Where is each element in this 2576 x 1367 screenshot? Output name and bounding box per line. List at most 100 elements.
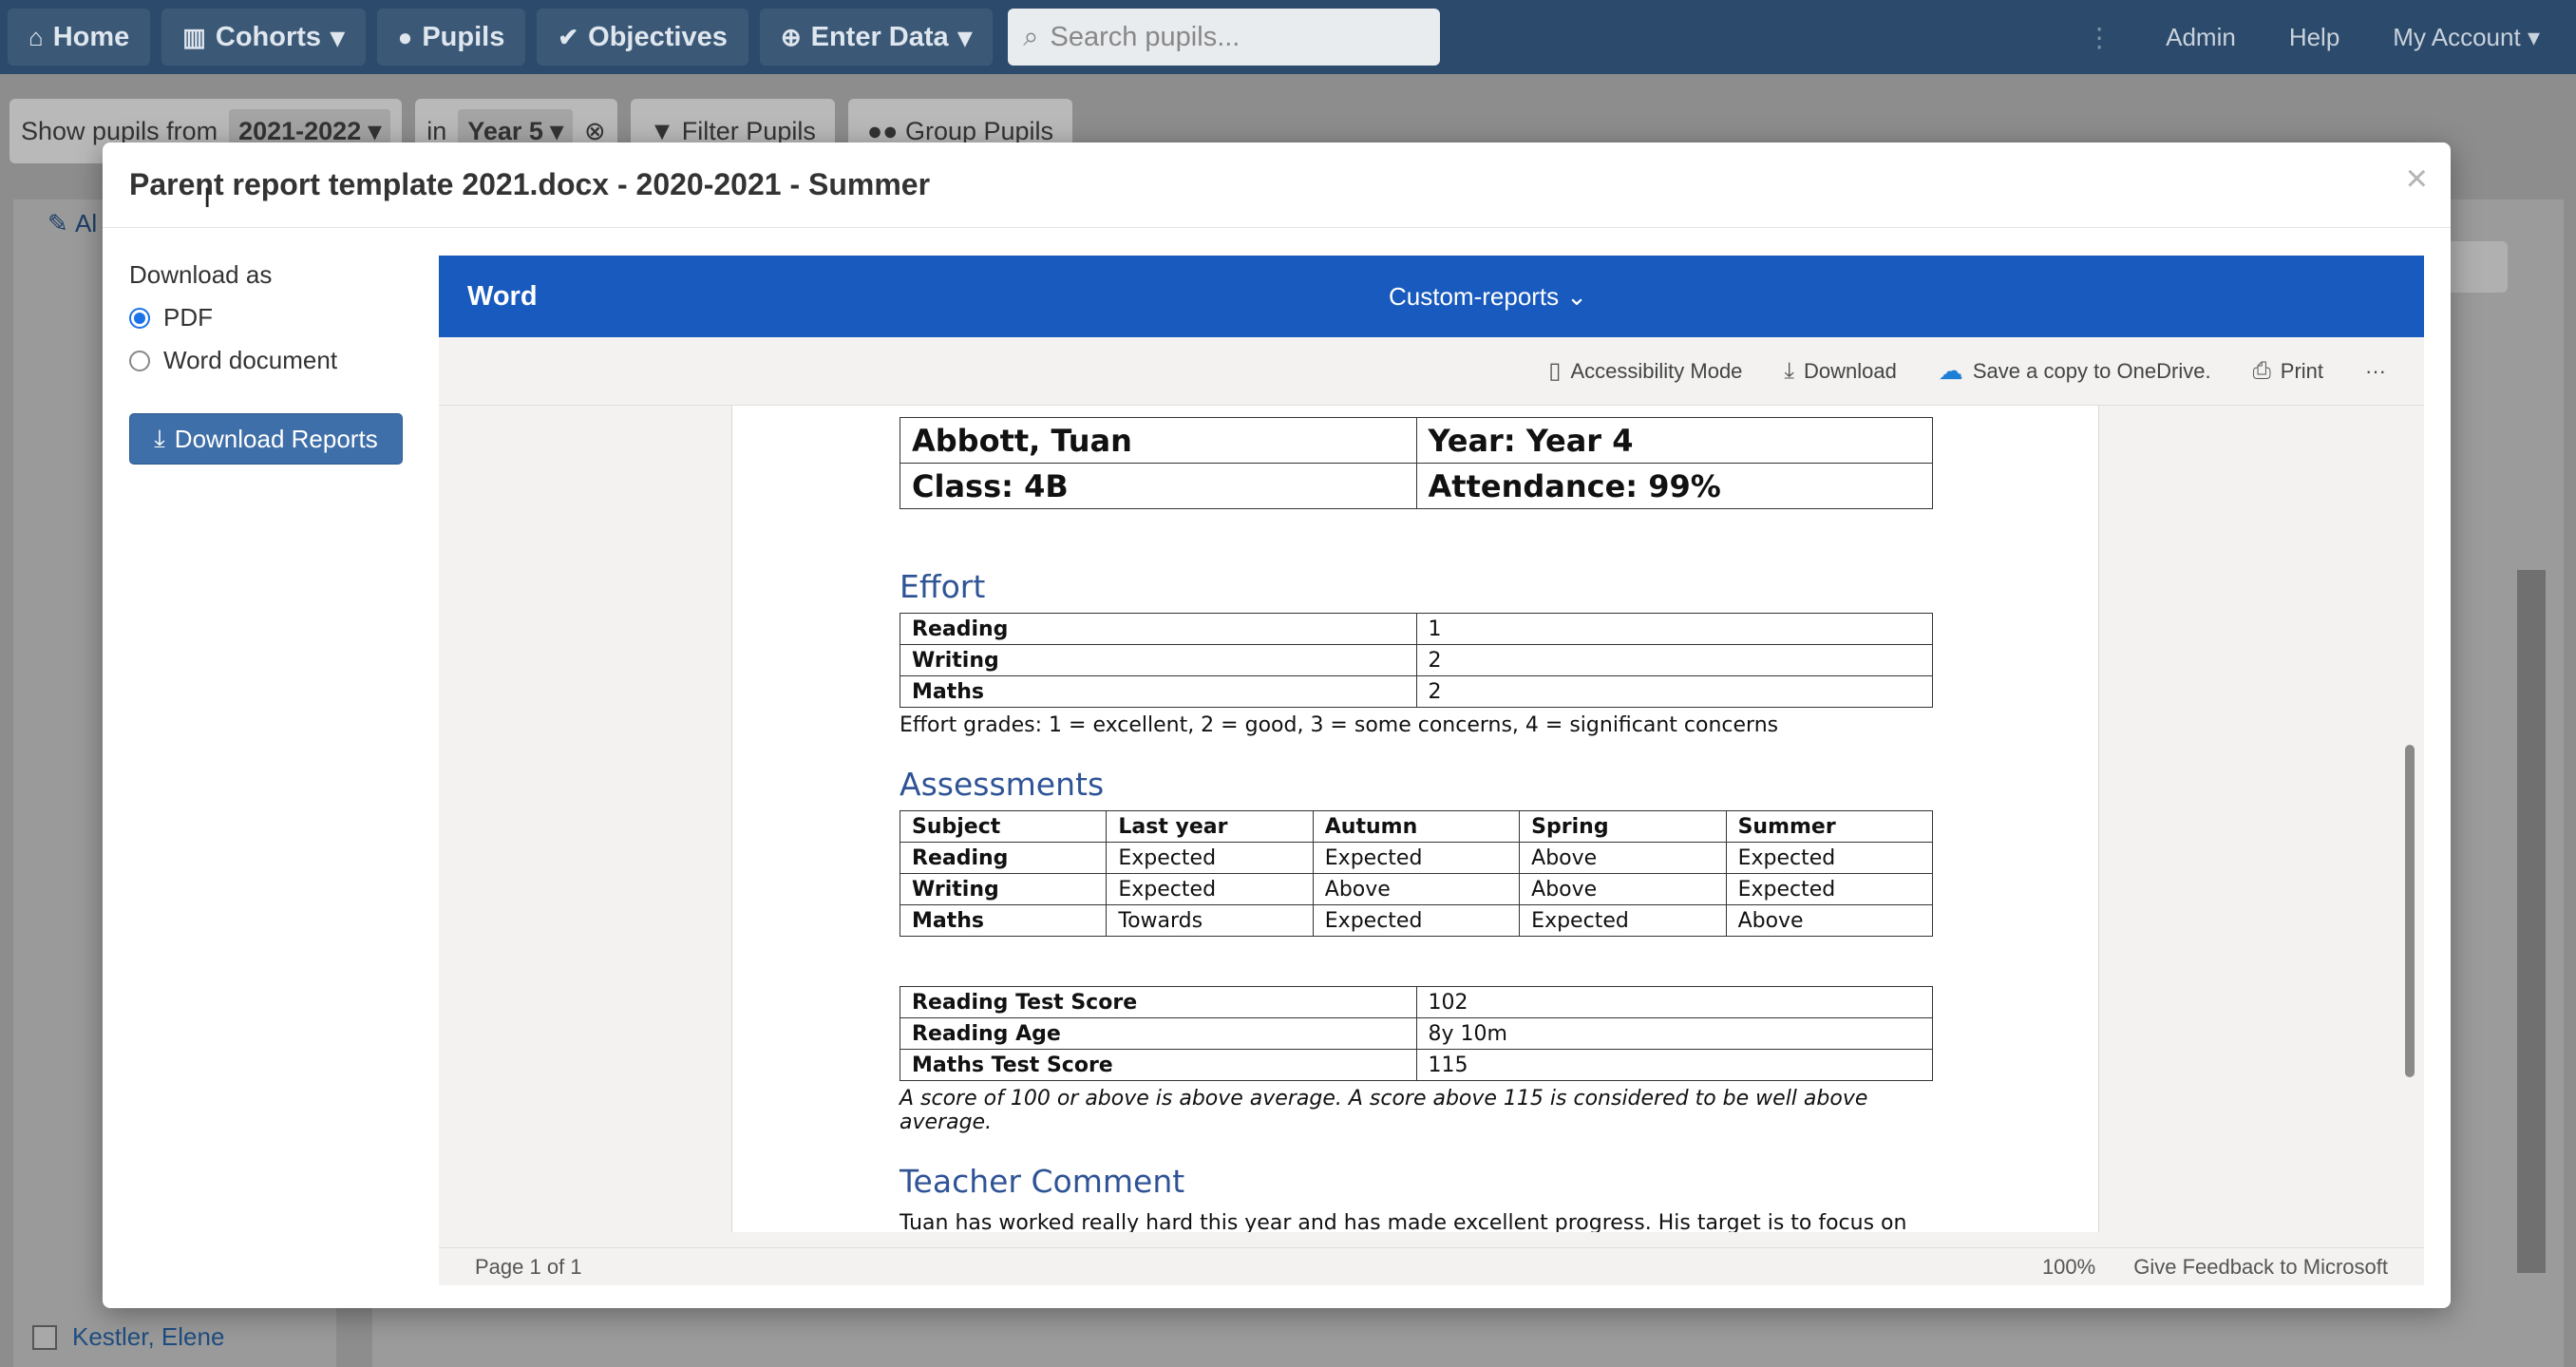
close-icon[interactable]: × [2406,160,2428,198]
pdf-option-label: PDF [163,303,213,332]
teacher-comment-text: Tuan has worked really hard this year an… [900,1211,1907,1232]
table-cell: 2 [1415,644,1933,676]
word-option[interactable]: Word document [129,346,414,375]
assessments-heading: Assessments [900,766,1105,803]
nav-home-label: Home [52,21,130,52]
in-label: in [426,116,447,145]
pencil-icon: ✎ [47,208,76,237]
table-row: Reading 1 [900,613,1933,645]
save-onedrive-label: Save a copy to OneDrive. [1972,358,2211,383]
download-icon: ⤓ [154,424,165,452]
table-cell: Maths [900,675,1417,708]
print-label: Print [2280,358,2324,383]
pupil-attendance-cell: Attendance: 99% [1415,463,1933,509]
list-item[interactable]: Kestler, Elene [32,1322,224,1352]
accessibility-mode-button[interactable]: ▯ Accessibility Mode [1548,357,1742,385]
page-count: Page 1 of 1 [475,1254,582,1279]
table-cell: 2 [1415,675,1933,708]
check-circle-icon: ✔ [558,22,579,51]
word-radio[interactable] [129,350,150,371]
download-button[interactable]: ⤓ Download [1784,358,1896,385]
chevron-down-icon: ▾ [331,22,345,53]
scores-table: Reading Test Score 102 Reading Age 8y 10… [900,986,1933,1081]
chevron-down-icon: ⌄ [1566,281,1587,311]
feedback-link[interactable]: Give Feedback to Microsoft [2133,1255,2388,1280]
table-cell: 8y 10m [1415,1017,1933,1050]
download-reports-button[interactable]: ⤓ Download Reports [129,413,403,465]
word-viewer: Word Custom-reports ⌄ ▯ Accessibility Mo… [439,256,2424,1285]
document-content: Abbott, Tuan Year: Year 4 Class: 4B Atte… [899,417,1934,1232]
table-cell: Above [1519,842,1727,874]
table-cell: Above [1519,873,1727,905]
table-cell: Writing [900,644,1417,676]
nav-objectives-label: Objectives [588,21,728,52]
assessments-table: Subject Last year Autumn Spring Summer R… [899,810,1934,937]
page-scrollbar[interactable] [2517,570,2546,1273]
search-input[interactable]: ⌕ Search pupils... [1008,9,1441,66]
printer-icon: ⎙ [2252,357,2271,384]
cloud-icon: ☁ [1938,356,1963,385]
download-options: Download as PDF Word document ⤓ Download… [129,260,414,465]
table-cell: Above [1725,904,1934,937]
document-page: Abbott, Tuan Year: Year 4 Class: 4B Atte… [731,406,2099,1232]
column-header: Autumn [1312,810,1521,843]
table-row: Maths 2 [900,675,1933,708]
accessibility-label: Accessibility Mode [1570,358,1743,383]
column-header: Last year [1106,810,1314,843]
table-cell: Writing [899,873,1108,905]
table-cell: Reading Test Score [900,986,1417,1018]
nav-account-menu[interactable]: My Account ▾ [2393,23,2540,52]
year-select-value: 2021-2022 [238,116,362,145]
nav-pupils-label: Pupils [422,21,505,52]
pdf-radio[interactable] [129,307,150,329]
pupil-checkbox[interactable] [32,1324,57,1350]
table-row: Writing 2 [900,644,1933,676]
folder-name: Custom-reports [1389,281,1560,311]
nav-admin-link[interactable]: Admin [2166,23,2236,52]
more-options-button[interactable]: ··· [2365,359,2386,384]
nav-enter-data-button[interactable]: ⊕ Enter Data ▾ [759,9,994,66]
table-cell: Above [1312,873,1521,905]
nav-pupils-button[interactable]: ● Pupils [376,9,526,66]
print-doc-button[interactable]: ⎙ Print [2253,358,2323,385]
group-select-value: Year 5 [467,116,543,145]
table-cell: Expected [1106,873,1314,905]
nav-cohorts-button[interactable]: ▥ Cohorts ▾ [161,9,366,66]
table-cell: Expected [1725,842,1934,874]
folder-breadcrumb[interactable]: Custom-reports ⌄ [1389,282,1587,312]
table-cell: Expected [1312,842,1521,874]
download-label: Download [1804,358,1897,383]
table-cell: Expected [1519,904,1727,937]
plus-circle-icon: ⊕ [780,22,802,51]
more-options-icon: ··· [2365,358,2386,383]
nav-home-button[interactable]: ⌂ Home [8,9,151,66]
table-header-row: Subject Last year Autumn Spring Summer [899,810,1934,843]
table-cell: Reading Age [900,1017,1417,1050]
nav-objectives-button[interactable]: ✔ Objectives [537,9,748,66]
pdf-option[interactable]: PDF [129,303,414,332]
group-pupils-label: Group Pupils [904,116,1054,145]
save-onedrive-button[interactable]: ☁ Save a copy to OneDrive. [1939,356,2211,386]
viewer-scrollbar[interactable] [2405,745,2415,1077]
table-cell: Expected [1106,842,1314,874]
pupil-name-cell: Abbott, Tuan [900,417,1417,464]
table-cell: Reading [899,842,1108,874]
show-pupils-label: Show pupils from [21,116,218,145]
table-cell: 102 [1415,986,1933,1018]
table-row: Reading Age 8y 10m [900,1017,1933,1050]
download-as-label: Download as [129,260,273,289]
pupil-year-cell: Year: Year 4 [1415,417,1933,464]
word-toolbar: ▯ Accessibility Mode ⤓ Download ☁ Save a… [439,337,2424,406]
pupil-list-header-label: Al [75,208,98,237]
filter-pupils-label: Filter Pupils [681,116,816,145]
zoom-level[interactable]: 100% [2042,1255,2095,1280]
nav-help-link[interactable]: Help [2289,23,2339,52]
table-row: Reading Expected Expected Above Expected [899,842,1934,874]
pupil-name[interactable]: Kestler, Elene [72,1322,224,1352]
table-row: Reading Test Score 102 [900,986,1933,1018]
download-icon: ⤓ [1784,357,1795,384]
word-status-bar: Page 1 of 1 100% Give Feedback to Micros… [439,1247,2424,1285]
nav-cohorts-label: Cohorts [215,21,322,52]
word-option-label: Word document [163,346,338,374]
clear-icon[interactable]: ⊗ [584,117,606,146]
